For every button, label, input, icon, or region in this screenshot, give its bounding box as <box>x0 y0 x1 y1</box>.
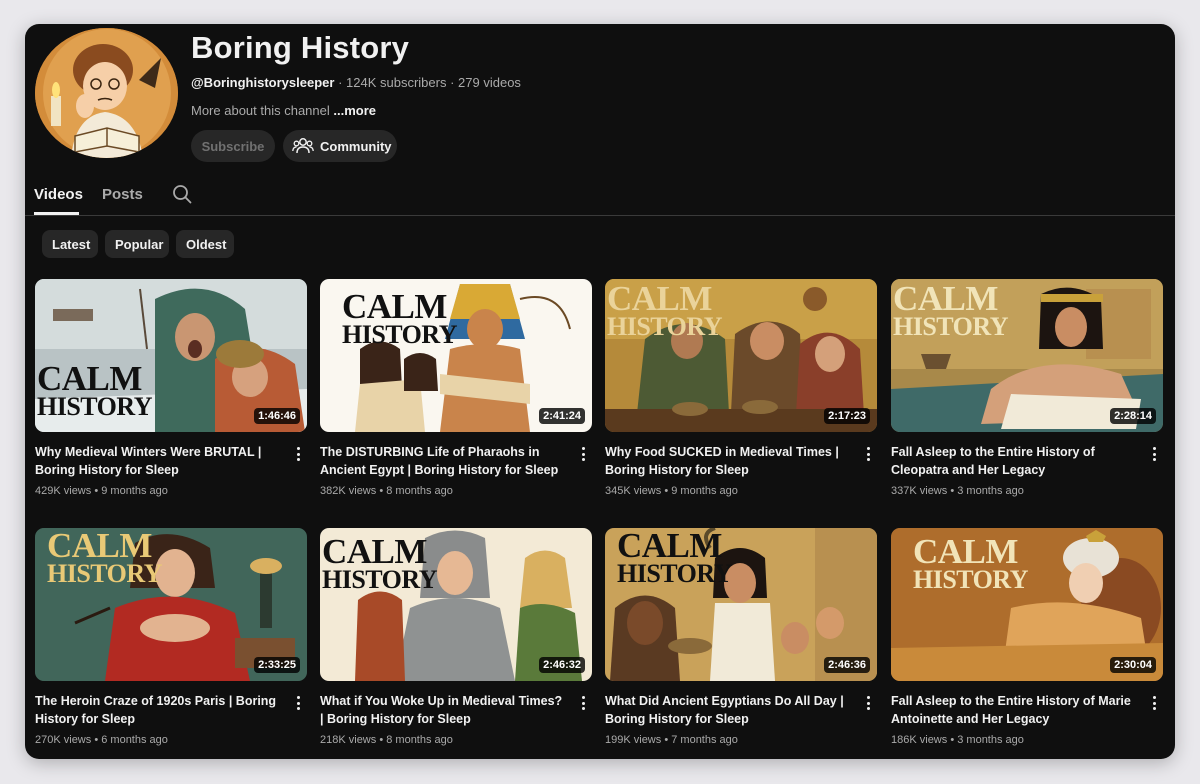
video-thumbnail[interactable]: CALM HISTORY 2:46:32 <box>320 528 592 681</box>
calm-history-badge: CALM HISTORY <box>322 532 438 594</box>
video-duration: 2:28:14 <box>1110 408 1156 424</box>
more-options-icon[interactable] <box>291 445 305 463</box>
youtube-channel-page: Boring History @Boringhistorysleeper · 1… <box>25 24 1175 759</box>
upload-age: 9 months ago <box>671 485 738 497</box>
more-options-icon[interactable] <box>861 445 875 463</box>
video-duration: 2:30:04 <box>1110 657 1156 673</box>
more-options-icon[interactable] <box>576 694 590 712</box>
video-title[interactable]: Fall Asleep to the Entire History of Cle… <box>891 443 1139 479</box>
video-title[interactable]: The Heroin Craze of 1920s Paris | Boring… <box>35 692 283 728</box>
video-count: 279 videos <box>458 75 521 90</box>
subscribe-button[interactable]: Subscribe <box>191 130 275 162</box>
channel-about[interactable]: More about this channel ...more <box>191 103 376 118</box>
view-count: 337K views <box>891 485 948 497</box>
video-title[interactable]: The DISTURBING Life of Pharaohs in Ancie… <box>320 443 568 479</box>
calm-history-badge: CALM HISTORY <box>607 279 723 341</box>
channel-handle: @Boringhistorysleeper <box>191 75 335 90</box>
video-stats: 337K views • 3 months ago <box>891 485 1024 497</box>
video-duration: 2:17:23 <box>824 408 870 424</box>
more-options-icon[interactable] <box>576 445 590 463</box>
video-stats: 382K views • 8 months ago <box>320 485 453 497</box>
video-thumbnail[interactable]: CALM HISTORY 2:46:36 <box>605 528 877 681</box>
upload-age: 6 months ago <box>101 734 168 746</box>
calm-history-badge: CALM HISTORY <box>913 532 1029 594</box>
filter-oldest[interactable]: Oldest <box>176 230 234 258</box>
meta-separator: · <box>338 75 347 90</box>
filter-popular[interactable]: Popular <box>105 230 169 258</box>
more-options-icon[interactable] <box>1147 694 1161 712</box>
video-thumbnail[interactable]: CALM HISTORY 2:30:04 <box>891 528 1163 681</box>
video-stats: 270K views • 6 months ago <box>35 734 168 746</box>
video-duration: 2:33:25 <box>254 657 300 673</box>
calm-history-badge: CALM HISTORY <box>893 279 1009 341</box>
channel-meta: @Boringhistorysleeper · 124K subscribers… <box>191 75 521 90</box>
upload-age: 3 months ago <box>957 734 1024 746</box>
video-duration: 1:46:46 <box>254 408 300 424</box>
view-count: 429K views <box>35 485 92 497</box>
more-options-icon[interactable] <box>291 694 305 712</box>
video-thumbnail[interactable]: CALM HISTORY 2:17:23 <box>605 279 877 432</box>
active-tab-indicator <box>34 212 79 215</box>
channel-tabs: Videos Posts <box>25 174 1175 216</box>
upload-age: 7 months ago <box>671 734 738 746</box>
video-title[interactable]: Fall Asleep to the Entire History of Mar… <box>891 692 1139 728</box>
view-count: 218K views <box>320 734 377 746</box>
upload-age: 8 months ago <box>386 734 453 746</box>
video-duration: 2:46:32 <box>539 657 585 673</box>
video-title[interactable]: What if You Woke Up in Medieval Times? |… <box>320 692 568 728</box>
video-thumbnail[interactable]: CALM HISTORY 1:46:46 <box>35 279 307 432</box>
upload-age: 9 months ago <box>101 485 168 497</box>
meta-separator: · <box>450 75 459 90</box>
calm-history-badge: CALM HISTORY <box>617 528 733 588</box>
video-thumbnail[interactable]: CALM HISTORY 2:28:14 <box>891 279 1163 432</box>
about-text: More about this channel <box>191 103 330 118</box>
more-options-icon[interactable] <box>861 694 875 712</box>
community-label: Community <box>320 138 392 154</box>
view-count: 270K views <box>35 734 92 746</box>
tab-posts[interactable]: Posts <box>102 186 143 203</box>
video-stats: 218K views • 8 months ago <box>320 734 453 746</box>
video-title[interactable]: What Did Ancient Egyptians Do All Day | … <box>605 692 853 728</box>
calm-history-badge: CALM HISTORY <box>37 359 153 421</box>
calm-history-badge: CALM HISTORY <box>342 287 458 349</box>
more-link[interactable]: ...more <box>333 103 376 118</box>
tab-videos[interactable]: Videos <box>34 186 83 203</box>
video-duration: 2:41:24 <box>539 408 585 424</box>
upload-age: 8 months ago <box>386 485 453 497</box>
video-title[interactable]: Why Food SUCKED in Medieval Times | Bori… <box>605 443 853 479</box>
view-count: 345K views <box>605 485 662 497</box>
calm-history-badge: CALM HISTORY <box>47 528 163 588</box>
search-icon[interactable] <box>172 184 192 204</box>
channel-title: Boring History <box>191 30 410 65</box>
video-thumbnail[interactable]: CALM HISTORY 2:33:25 <box>35 528 307 681</box>
video-stats: 345K views • 9 months ago <box>605 485 738 497</box>
video-stats: 199K views • 7 months ago <box>605 734 738 746</box>
video-stats: 429K views • 9 months ago <box>35 485 168 497</box>
video-duration: 2:46:36 <box>824 657 870 673</box>
view-count: 382K views <box>320 485 377 497</box>
subscriber-count: 124K subscribers <box>346 75 447 90</box>
community-icon <box>292 138 314 154</box>
video-stats: 186K views • 3 months ago <box>891 734 1024 746</box>
channel-avatar[interactable] <box>35 28 178 158</box>
video-thumbnail[interactable]: CALM HISTORY 2:41:24 <box>320 279 592 432</box>
view-count: 186K views <box>891 734 948 746</box>
view-count: 199K views <box>605 734 662 746</box>
upload-age: 3 months ago <box>957 485 1024 497</box>
filter-latest[interactable]: Latest <box>42 230 98 258</box>
video-title[interactable]: Why Medieval Winters Were BRUTAL | Borin… <box>35 443 283 479</box>
more-options-icon[interactable] <box>1147 445 1161 463</box>
community-button[interactable]: Community <box>283 130 397 162</box>
